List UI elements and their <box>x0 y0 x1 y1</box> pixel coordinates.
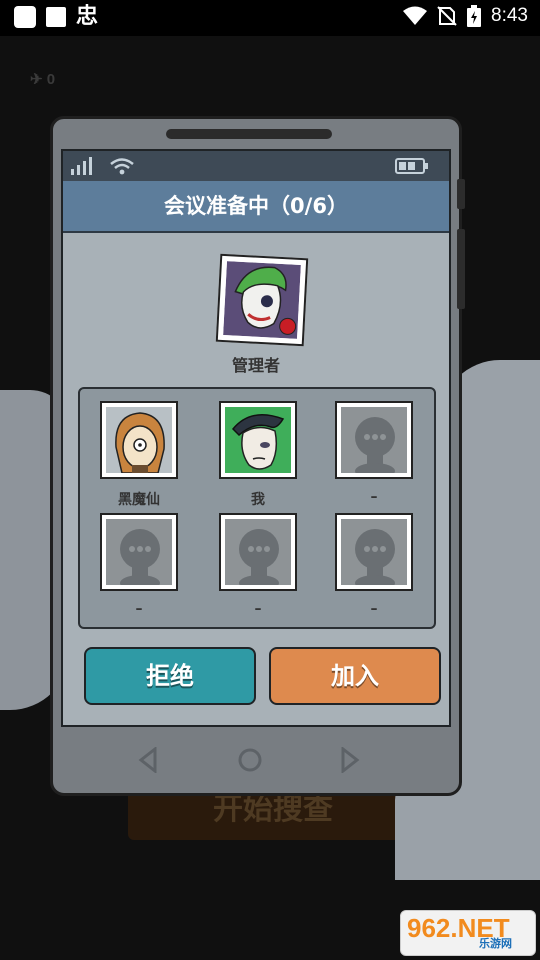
empty-silhouette-icon <box>341 519 407 585</box>
phone-status-bar <box>63 151 449 181</box>
player-slots-panel: 黑魔仙 我 – – – – <box>78 387 436 629</box>
slot-5-name: – <box>254 601 262 617</box>
background-counter-value: 0 <box>46 71 56 88</box>
forward-triangle-icon <box>341 747 360 773</box>
dialog-title: 会议准备中（0/6） <box>63 181 449 233</box>
home-circle-icon <box>238 748 262 772</box>
admin-label: 管理者 <box>231 356 280 375</box>
joker-avatar <box>223 261 301 339</box>
clock: 8:43 <box>491 5 528 26</box>
battery-icon-phone <box>395 158 428 174</box>
background-counter: ✈ 0 <box>30 71 56 88</box>
slot-6-name: – <box>370 601 378 617</box>
empty-silhouette-icon <box>225 519 291 585</box>
slot-3-name: – <box>370 489 378 505</box>
admin-avatar-card <box>215 253 309 347</box>
player-slot-3[interactable] <box>335 401 413 479</box>
site-watermark: 962.NET 乐游网 <box>400 910 536 956</box>
slot-1-name: 黑魔仙 <box>118 492 160 508</box>
app-notification-glyph: 忠 <box>76 4 99 29</box>
girl-glasses-avatar-icon <box>106 407 172 473</box>
empty-silhouette-icon <box>341 407 407 473</box>
phone-dialog: 会议准备中（0/6） 管理者 黑魔仙 我 – – – – 拒绝 加入 <box>50 116 465 796</box>
reject-button[interactable]: 拒绝 <box>84 647 256 705</box>
wifi-icon-phone <box>110 158 134 175</box>
slot-4-avatar <box>106 519 172 585</box>
player-slot-2[interactable] <box>219 401 297 479</box>
slot-6-avatar <box>341 519 407 585</box>
phone-side-button-2 <box>457 229 465 309</box>
join-button[interactable]: 加入 <box>269 647 441 705</box>
phone-screen: 会议准备中（0/6） 管理者 黑魔仙 我 – – – – 拒绝 加入 <box>61 149 451 727</box>
player-slot-5[interactable] <box>219 513 297 591</box>
slot-1-avatar <box>106 407 172 473</box>
phone-nav-bar <box>53 735 459 785</box>
back-triangle-icon <box>138 747 157 773</box>
signal-icon <box>71 157 92 175</box>
wifi-icon <box>403 6 428 25</box>
player-slot-4[interactable] <box>100 513 178 591</box>
slot-3-avatar <box>341 407 407 473</box>
slot-4-name: – <box>135 601 143 617</box>
status-bar: 忠 8:43 <box>0 0 540 36</box>
slot-2-avatar <box>225 407 291 473</box>
notification-icon <box>14 6 36 28</box>
slot-5-avatar <box>225 519 291 585</box>
player-slot-1[interactable] <box>100 401 178 479</box>
watermark-sub: 乐游网 <box>479 937 512 950</box>
man-suit-avatar-icon <box>225 407 291 473</box>
no-sim-icon <box>437 6 457 26</box>
empty-silhouette-icon <box>106 519 172 585</box>
notification-icon-2 <box>46 7 66 27</box>
phone-speaker <box>166 129 332 139</box>
battery-icon <box>467 5 482 27</box>
slot-2-name: 我 <box>251 492 265 508</box>
player-slot-6[interactable] <box>335 513 413 591</box>
phone-side-button <box>457 179 465 209</box>
